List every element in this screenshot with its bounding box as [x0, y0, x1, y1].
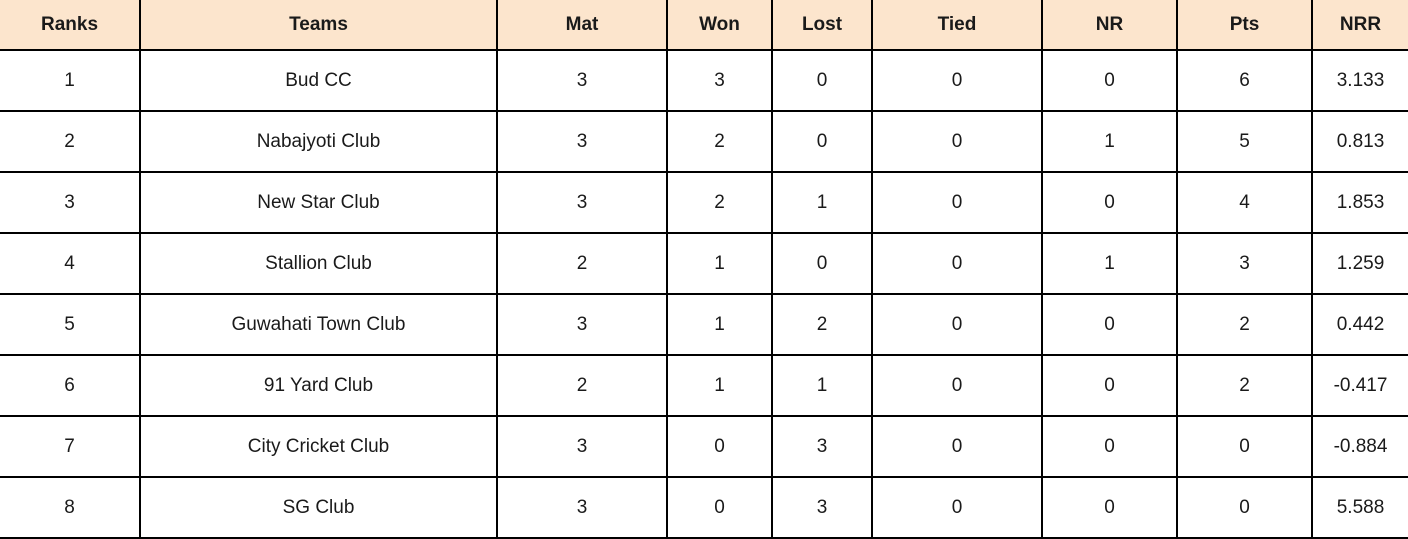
cell-nrr: 3.133 — [1312, 50, 1408, 112]
cell-won: 0 — [667, 416, 773, 478]
cell-tied: 0 — [872, 111, 1043, 173]
cell-rank: 6 — [0, 355, 141, 417]
cell-nrr: 0.442 — [1312, 294, 1408, 356]
cell-won: 1 — [667, 294, 773, 356]
cell-nrr: 1.853 — [1312, 172, 1408, 234]
cell-lost: 1 — [772, 355, 873, 417]
cell-team: City Cricket Club — [140, 416, 498, 478]
cell-team: Nabajyoti Club — [140, 111, 498, 173]
table-row: 7 City Cricket Club 3 0 3 0 0 0 -0.884 — [0, 416, 1408, 478]
table-row: 8 SG Club 3 0 3 0 0 0 5.588 — [0, 477, 1408, 539]
cell-team: Stallion Club — [140, 233, 498, 295]
cell-tied: 0 — [872, 355, 1043, 417]
table-row: 4 Stallion Club 2 1 0 0 1 3 1.259 — [0, 233, 1408, 295]
cell-won: 1 — [667, 355, 773, 417]
table-row: 1 Bud CC 3 3 0 0 0 6 3.133 — [0, 50, 1408, 112]
cell-nrr: 5.588 — [1312, 477, 1408, 539]
cell-nr: 0 — [1042, 172, 1178, 234]
cell-won: 2 — [667, 172, 773, 234]
cell-pts: 0 — [1177, 416, 1313, 478]
cell-tied: 0 — [872, 233, 1043, 295]
cell-nr: 0 — [1042, 477, 1178, 539]
cell-nr: 1 — [1042, 233, 1178, 295]
cell-lost: 3 — [772, 416, 873, 478]
column-header-mat[interactable]: Mat — [497, 0, 668, 51]
cell-nrr: 0.813 — [1312, 111, 1408, 173]
table-row: 2 Nabajyoti Club 3 2 0 0 1 5 0.813 — [0, 111, 1408, 173]
points-table: Ranks Teams Mat Won Lost Tied NR Pts NRR 1 Bud CC… — [0, 0, 1408, 539]
cell-won: 3 — [667, 50, 773, 112]
cell-won: 2 — [667, 111, 773, 173]
cell-mat: 3 — [497, 50, 668, 112]
cell-mat: 3 — [497, 477, 668, 539]
cell-nrr: -0.417 — [1312, 355, 1408, 417]
cell-rank: 5 — [0, 294, 141, 356]
cell-pts: 2 — [1177, 355, 1313, 417]
cell-nr: 0 — [1042, 294, 1178, 356]
cell-mat: 2 — [497, 233, 668, 295]
cell-rank: 8 — [0, 477, 141, 539]
table-row: 6 91 Yard Club 2 1 1 0 0 2 -0.417 — [0, 355, 1408, 417]
cell-mat: 3 — [497, 416, 668, 478]
cell-lost: 0 — [772, 50, 873, 112]
cell-team: Bud CC — [140, 50, 498, 112]
header-row: Ranks Teams Mat Won Lost Tied NR Pts NRR — [0, 0, 1408, 51]
cell-pts: 3 — [1177, 233, 1313, 295]
cell-lost: 0 — [772, 233, 873, 295]
cell-lost: 3 — [772, 477, 873, 539]
cell-nrr: -0.884 — [1312, 416, 1408, 478]
cell-tied: 0 — [872, 477, 1043, 539]
cell-rank: 4 — [0, 233, 141, 295]
cell-team: SG Club — [140, 477, 498, 539]
cell-lost: 2 — [772, 294, 873, 356]
column-header-tied[interactable]: Tied — [872, 0, 1043, 51]
cell-team: Guwahati Town Club — [140, 294, 498, 356]
column-header-nr[interactable]: NR — [1042, 0, 1178, 51]
cell-pts: 4 — [1177, 172, 1313, 234]
table-header: Ranks Teams Mat Won Lost Tied NR Pts NRR — [0, 0, 1408, 51]
column-header-rank[interactable]: Ranks — [0, 0, 141, 51]
column-header-pts[interactable]: Pts — [1177, 0, 1313, 51]
cell-rank: 1 — [0, 50, 141, 112]
cell-rank: 2 — [0, 111, 141, 173]
cell-rank: 3 — [0, 172, 141, 234]
cell-mat: 3 — [497, 172, 668, 234]
cell-lost: 1 — [772, 172, 873, 234]
cell-nr: 1 — [1042, 111, 1178, 173]
cell-mat: 3 — [497, 111, 668, 173]
cell-nr: 0 — [1042, 416, 1178, 478]
cell-pts: 6 — [1177, 50, 1313, 112]
column-header-lost[interactable]: Lost — [772, 0, 873, 51]
cell-tied: 0 — [872, 172, 1043, 234]
column-header-won[interactable]: Won — [667, 0, 773, 51]
table-row: 5 Guwahati Town Club 3 1 2 0 0 2 0.442 — [0, 294, 1408, 356]
cell-team: New Star Club — [140, 172, 498, 234]
cell-tied: 0 — [872, 416, 1043, 478]
cell-nr: 0 — [1042, 355, 1178, 417]
cell-team: 91 Yard Club — [140, 355, 498, 417]
cell-won: 1 — [667, 233, 773, 295]
cell-rank: 7 — [0, 416, 141, 478]
column-header-team[interactable]: Teams — [140, 0, 498, 51]
column-header-nrr[interactable]: NRR — [1312, 0, 1408, 51]
table-body: 1 Bud CC 3 3 0 0 0 6 3.133 2 Nabajyoti Club 3 2 0 0 1 5 0… — [0, 50, 1408, 539]
cell-pts: 0 — [1177, 477, 1313, 539]
cell-tied: 0 — [872, 294, 1043, 356]
table-row: 3 New Star Club 3 2 1 0 0 4 1.853 — [0, 172, 1408, 234]
cell-won: 0 — [667, 477, 773, 539]
cell-lost: 0 — [772, 111, 873, 173]
cell-mat: 3 — [497, 294, 668, 356]
cell-pts: 5 — [1177, 111, 1313, 173]
cell-nrr: 1.259 — [1312, 233, 1408, 295]
cell-tied: 0 — [872, 50, 1043, 112]
cell-nr: 0 — [1042, 50, 1178, 112]
cell-pts: 2 — [1177, 294, 1313, 356]
cell-mat: 2 — [497, 355, 668, 417]
